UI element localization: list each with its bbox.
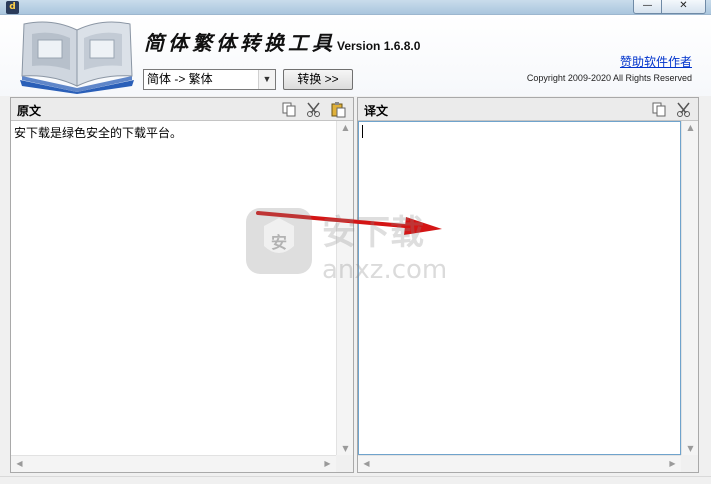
chevron-down-icon[interactable]: ▼ [258,70,275,89]
target-vertical-scrollbar[interactable]: ▲ ▼ [681,121,698,455]
target-text-area[interactable] [358,121,681,455]
app-icon: d [6,1,19,14]
source-panel-header: 原文 [11,98,353,121]
scroll-right-icon[interactable]: ▶ [319,459,336,468]
scroll-corner [681,455,698,472]
scroll-left-icon[interactable]: ◀ [358,459,375,468]
cut-icon[interactable] [305,101,322,118]
cut-icon[interactable] [675,101,692,118]
scroll-left-icon[interactable]: ◀ [11,459,28,468]
copy-icon[interactable] [651,101,668,118]
source-text: 安下载是绿色安全的下载平台。 [14,126,183,140]
app-header: 简体繁体转换工具 Version 1.6.8.0 简体 -> 繁体 ▼ 转换 >… [0,15,711,96]
version-label: Version 1.6.8.0 [337,39,421,53]
direction-select[interactable]: 简体 -> 繁体 ▼ [143,69,276,90]
scroll-right-icon[interactable]: ▶ [664,459,681,468]
scroll-down-icon[interactable]: ▼ [337,444,354,453]
source-panel: 原文 安下载是绿色安全的下载平台。 ▲ ▼ ◀ ▶ [10,97,354,473]
target-panel: 译文 ▲ ▼ ◀ ▶ [357,97,699,473]
minimize-button[interactable]: — [633,0,662,14]
sponsor-author-link[interactable]: 赞助软件作者 [620,53,692,70]
target-panel-header: 译文 [358,98,698,121]
book-logo-icon [20,21,134,94]
source-vertical-scrollbar[interactable]: ▲ ▼ [336,121,353,455]
annotation-arrow-icon [256,211,442,235]
copy-icon[interactable] [281,101,298,118]
source-horizontal-scrollbar[interactable]: ◀ ▶ [11,455,336,472]
paste-icon[interactable] [330,101,347,118]
app-title: 简体繁体转换工具 [144,31,336,55]
source-panel-title: 原文 [17,104,42,118]
scroll-down-icon[interactable]: ▼ [682,444,699,453]
scroll-corner [336,455,353,472]
source-text-area[interactable]: 安下载是绿色安全的下载平台。 [11,121,336,455]
scroll-up-icon[interactable]: ▲ [682,123,699,132]
title-bar: d — ✕ [0,0,711,15]
close-button[interactable]: ✕ [661,0,706,14]
scroll-up-icon[interactable]: ▲ [337,123,354,132]
convert-button[interactable]: 转换 >> [283,69,353,90]
target-horizontal-scrollbar[interactable]: ◀ ▶ [358,455,681,472]
copyright-text: Copyright 2009-2020 All Rights Reserved [526,73,692,83]
text-caret [362,125,363,138]
target-panel-title: 译文 [364,104,389,118]
status-bar [0,476,711,484]
direction-select-value: 简体 -> 繁体 [147,72,213,86]
